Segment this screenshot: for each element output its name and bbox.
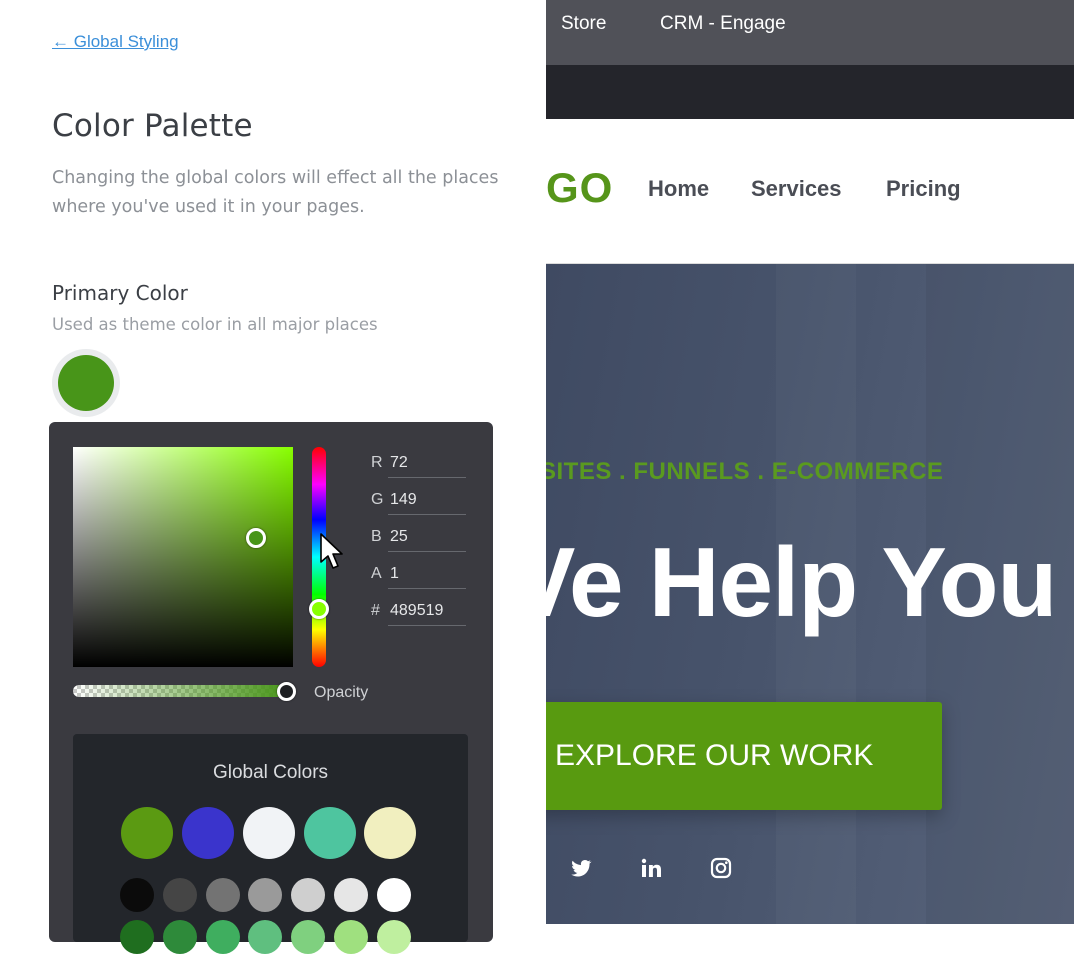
shade-row2-swatch-1[interactable] — [120, 920, 154, 954]
topbar-item-store[interactable]: Store — [561, 13, 606, 35]
app-top-bar: Store CRM - Engage — [546, 0, 1074, 65]
g-field: G — [371, 483, 466, 519]
shade-row2-swatch-6[interactable] — [334, 920, 368, 954]
shade-swatch-5[interactable] — [291, 878, 325, 912]
global-color-swatch-3[interactable] — [243, 807, 295, 859]
hex-input[interactable] — [388, 596, 466, 626]
saturation-handle[interactable] — [246, 528, 266, 548]
hue-handle[interactable] — [309, 599, 329, 619]
opacity-slider[interactable] — [73, 685, 287, 697]
shade-swatch-4[interactable] — [248, 878, 282, 912]
hero-title: Ve Help You — [546, 527, 1057, 637]
primary-color-label: Primary Color — [52, 281, 188, 305]
twitter-icon[interactable] — [569, 856, 593, 880]
hex-label: # — [371, 602, 380, 619]
shade-swatch-3[interactable] — [206, 878, 240, 912]
instagram-icon[interactable] — [709, 856, 733, 880]
g-input[interactable] — [388, 485, 466, 515]
nav-link-services[interactable]: Services — [751, 176, 842, 202]
topbar-item-crm-engage[interactable]: CRM - Engage — [660, 13, 786, 35]
opacity-label: Opacity — [314, 684, 369, 701]
site-header: GO Home Services Pricing — [546, 119, 1074, 264]
saturation-value-area[interactable] — [73, 447, 293, 667]
website-preview: Store CRM - Engage W GO Home Services Pr… — [546, 0, 1074, 924]
primary-color-swatch[interactable] — [52, 349, 120, 417]
color-picker-popover: R G B A # Opacity Global Colors — [49, 422, 493, 954]
back-to-global-styling-link[interactable]: ← Global Styling — [52, 32, 179, 52]
global-color-swatch-5[interactable] — [364, 807, 416, 859]
r-label: R — [371, 454, 383, 471]
site-logo[interactable]: GO — [546, 164, 613, 212]
panel-description: Changing the global colors will effect a… — [52, 168, 499, 217]
shade-swatch-6[interactable] — [334, 878, 368, 912]
page-title: Color Palette — [52, 108, 253, 144]
hero-section: SITES . FUNNELS . E-COMMERCE Ve Help You… — [546, 264, 1074, 924]
explore-our-work-button[interactable]: EXPLORE OUR WORK — [546, 702, 942, 810]
color-palette-panel: ← Global Styling Color Palette Changing … — [0, 0, 546, 954]
value-gradient — [73, 447, 293, 667]
shade-swatch-1[interactable] — [120, 878, 154, 912]
global-colors-title: Global Colors — [212, 762, 329, 783]
global-colors-box: Global Colors — [73, 734, 468, 954]
nav-link-home[interactable]: Home — [648, 176, 709, 202]
primary-color-fill — [58, 355, 114, 411]
a-field: A — [371, 557, 466, 593]
shade-row2-swatch-5[interactable] — [291, 920, 325, 954]
shade-row2-swatch-2[interactable] — [163, 920, 197, 954]
global-color-swatch-4[interactable] — [304, 807, 356, 859]
b-field: B — [371, 520, 466, 556]
a-label: A — [371, 565, 382, 582]
shade-swatch-7[interactable] — [377, 878, 411, 912]
shade-swatch-2[interactable] — [163, 878, 197, 912]
hex-field: # — [371, 594, 466, 630]
b-input[interactable] — [388, 522, 466, 552]
shade-row2-swatch-7[interactable] — [377, 920, 411, 954]
global-color-swatch-1[interactable] — [121, 807, 173, 859]
nav-link-pricing[interactable]: Pricing — [886, 176, 961, 202]
shade-row2-swatch-4[interactable] — [248, 920, 282, 954]
a-input[interactable] — [388, 559, 466, 589]
b-label: B — [371, 528, 382, 545]
r-input[interactable] — [388, 448, 466, 478]
r-field: R — [371, 446, 466, 482]
shade-row2-swatch-3[interactable] — [206, 920, 240, 954]
editor-sub-bar: W — [546, 65, 1074, 177]
global-color-swatch-2[interactable] — [182, 807, 234, 859]
g-label: G — [371, 491, 384, 508]
hero-tagline: SITES . FUNNELS . E-COMMERCE — [546, 458, 944, 485]
linkedin-icon[interactable] — [639, 856, 663, 880]
opacity-handle[interactable] — [277, 682, 296, 701]
mouse-cursor-icon — [320, 533, 343, 569]
primary-color-hint: Used as theme color in all major places — [52, 315, 378, 334]
